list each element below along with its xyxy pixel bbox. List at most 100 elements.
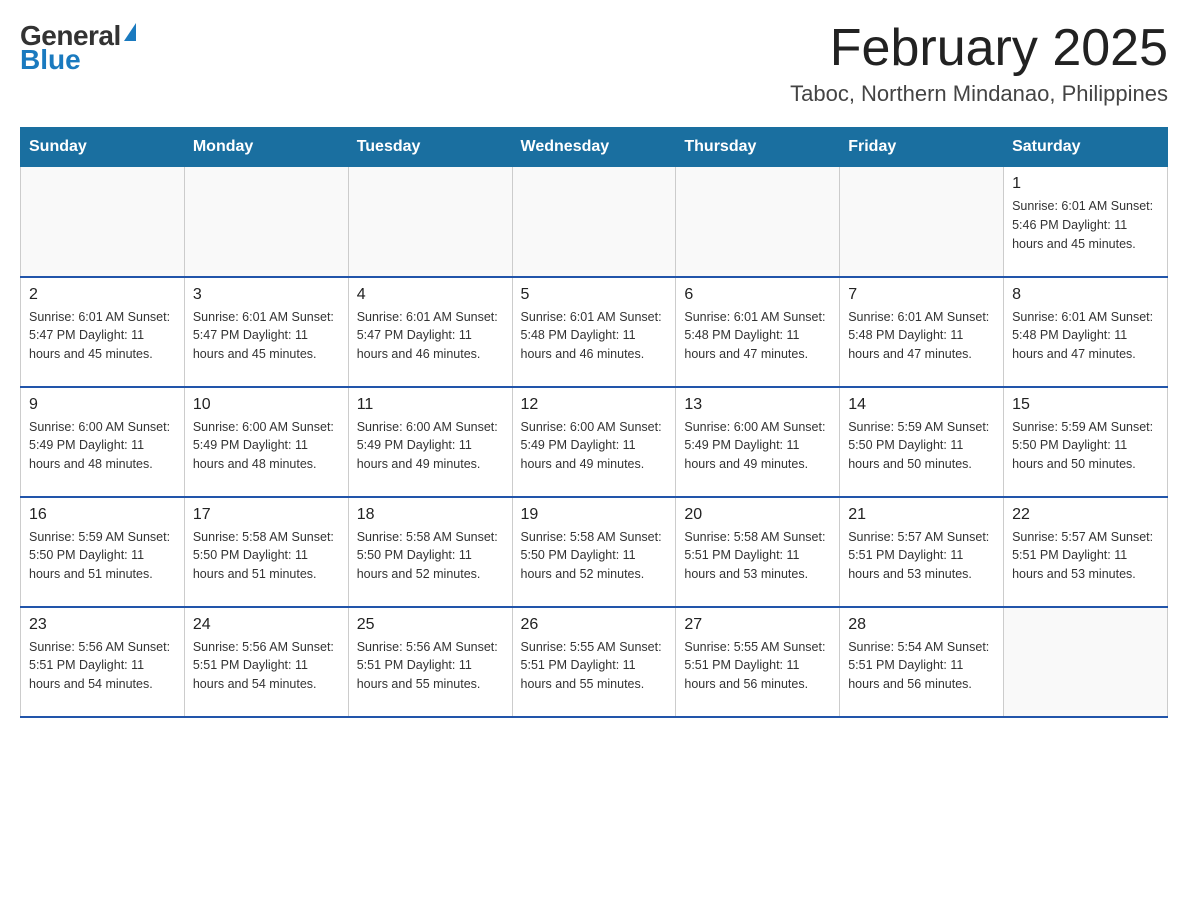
day-info: Sunrise: 6:01 AM Sunset: 5:46 PM Dayligh… bbox=[1012, 197, 1159, 253]
day-info: Sunrise: 6:01 AM Sunset: 5:48 PM Dayligh… bbox=[1012, 308, 1159, 364]
day-number: 28 bbox=[848, 616, 995, 634]
day-info: Sunrise: 5:59 AM Sunset: 5:50 PM Dayligh… bbox=[1012, 418, 1159, 474]
week-row-2: 2 Sunrise: 6:01 AM Sunset: 5:47 PM Daylig… bbox=[21, 277, 1168, 387]
day-cell bbox=[21, 167, 185, 277]
day-number: 26 bbox=[521, 616, 668, 634]
day-number: 13 bbox=[684, 396, 831, 414]
day-number: 3 bbox=[193, 286, 340, 304]
day-cell: 5 Sunrise: 6:01 AM Sunset: 5:48 PM Daylig… bbox=[512, 277, 676, 387]
day-info: Sunrise: 6:00 AM Sunset: 5:49 PM Dayligh… bbox=[193, 418, 340, 474]
day-cell bbox=[1004, 607, 1168, 717]
day-info: Sunrise: 6:01 AM Sunset: 5:48 PM Dayligh… bbox=[521, 308, 668, 364]
day-cell: 3 Sunrise: 6:01 AM Sunset: 5:47 PM Daylig… bbox=[184, 277, 348, 387]
day-cell bbox=[348, 167, 512, 277]
day-number: 11 bbox=[357, 396, 504, 414]
title-section: February 2025 Taboc, Northern Mindanao, … bbox=[790, 20, 1168, 107]
logo: General Blue bbox=[20, 20, 136, 76]
day-number: 6 bbox=[684, 286, 831, 304]
day-number: 12 bbox=[521, 396, 668, 414]
weekday-header-wednesday: Wednesday bbox=[512, 128, 676, 167]
weekday-header-row: SundayMondayTuesdayWednesdayThursdayFrid… bbox=[21, 128, 1168, 167]
day-number: 18 bbox=[357, 506, 504, 524]
day-number: 10 bbox=[193, 396, 340, 414]
day-cell: 15 Sunrise: 5:59 AM Sunset: 5:50 PM Dayli… bbox=[1004, 387, 1168, 497]
day-info: Sunrise: 6:01 AM Sunset: 5:47 PM Dayligh… bbox=[193, 308, 340, 364]
weekday-header-tuesday: Tuesday bbox=[348, 128, 512, 167]
logo-blue-text: Blue bbox=[20, 44, 81, 76]
day-cell: 9 Sunrise: 6:00 AM Sunset: 5:49 PM Daylig… bbox=[21, 387, 185, 497]
day-info: Sunrise: 5:56 AM Sunset: 5:51 PM Dayligh… bbox=[357, 638, 504, 694]
day-cell: 27 Sunrise: 5:55 AM Sunset: 5:51 PM Dayli… bbox=[676, 607, 840, 717]
day-cell: 13 Sunrise: 6:00 AM Sunset: 5:49 PM Dayli… bbox=[676, 387, 840, 497]
day-info: Sunrise: 5:58 AM Sunset: 5:51 PM Dayligh… bbox=[684, 528, 831, 584]
day-cell: 6 Sunrise: 6:01 AM Sunset: 5:48 PM Daylig… bbox=[676, 277, 840, 387]
week-row-5: 23 Sunrise: 5:56 AM Sunset: 5:51 PM Dayli… bbox=[21, 607, 1168, 717]
day-info: Sunrise: 5:55 AM Sunset: 5:51 PM Dayligh… bbox=[684, 638, 831, 694]
day-cell: 21Sunrise: 5:57 AM Sunset: 5:51 PM Dayli… bbox=[840, 497, 1004, 607]
day-cell: 25Sunrise: 5:56 AM Sunset: 5:51 PM Dayli… bbox=[348, 607, 512, 717]
day-info: Sunrise: 5:56 AM Sunset: 5:51 PM Dayligh… bbox=[29, 638, 176, 694]
day-cell: 17 Sunrise: 5:58 AM Sunset: 5:50 PM Dayli… bbox=[184, 497, 348, 607]
day-cell bbox=[840, 167, 1004, 277]
day-number: 23 bbox=[29, 616, 176, 634]
day-info: Sunrise: 6:01 AM Sunset: 5:48 PM Dayligh… bbox=[848, 308, 995, 364]
day-cell: 4 Sunrise: 6:01 AM Sunset: 5:47 PM Daylig… bbox=[348, 277, 512, 387]
weekday-header-saturday: Saturday bbox=[1004, 128, 1168, 167]
day-cell bbox=[184, 167, 348, 277]
day-info: Sunrise: 6:01 AM Sunset: 5:48 PM Dayligh… bbox=[684, 308, 831, 364]
day-number: 15 bbox=[1012, 396, 1159, 414]
week-row-1: 1 Sunrise: 6:01 AM Sunset: 5:46 PM Daylig… bbox=[21, 167, 1168, 277]
day-info: Sunrise: 6:00 AM Sunset: 5:49 PM Dayligh… bbox=[684, 418, 831, 474]
day-cell: 8 Sunrise: 6:01 AM Sunset: 5:48 PM Daylig… bbox=[1004, 277, 1168, 387]
day-number: 5 bbox=[521, 286, 668, 304]
day-cell: 16Sunrise: 5:59 AM Sunset: 5:50 PM Dayli… bbox=[21, 497, 185, 607]
day-cell: 11 Sunrise: 6:00 AM Sunset: 5:49 PM Dayli… bbox=[348, 387, 512, 497]
day-cell: 12 Sunrise: 6:00 AM Sunset: 5:49 PM Dayli… bbox=[512, 387, 676, 497]
day-number: 9 bbox=[29, 396, 176, 414]
weekday-header-friday: Friday bbox=[840, 128, 1004, 167]
day-info: Sunrise: 6:01 AM Sunset: 5:47 PM Dayligh… bbox=[29, 308, 176, 364]
day-cell: 24 Sunrise: 5:56 AM Sunset: 5:51 PM Dayli… bbox=[184, 607, 348, 717]
day-info: Sunrise: 5:59 AM Sunset: 5:50 PM Dayligh… bbox=[848, 418, 995, 474]
day-cell: 28Sunrise: 5:54 AM Sunset: 5:51 PM Dayli… bbox=[840, 607, 1004, 717]
day-number: 4 bbox=[357, 286, 504, 304]
day-cell: 18 Sunrise: 5:58 AM Sunset: 5:50 PM Dayli… bbox=[348, 497, 512, 607]
weekday-header-sunday: Sunday bbox=[21, 128, 185, 167]
day-info: Sunrise: 6:00 AM Sunset: 5:49 PM Dayligh… bbox=[357, 418, 504, 474]
day-number: 2 bbox=[29, 286, 176, 304]
day-info: Sunrise: 6:01 AM Sunset: 5:47 PM Dayligh… bbox=[357, 308, 504, 364]
day-info: Sunrise: 5:57 AM Sunset: 5:51 PM Dayligh… bbox=[1012, 528, 1159, 584]
day-number: 17 bbox=[193, 506, 340, 524]
calendar-table: SundayMondayTuesdayWednesdayThursdayFrid… bbox=[20, 127, 1168, 718]
weekday-header-monday: Monday bbox=[184, 128, 348, 167]
day-info: Sunrise: 5:58 AM Sunset: 5:50 PM Dayligh… bbox=[193, 528, 340, 584]
day-cell: 2 Sunrise: 6:01 AM Sunset: 5:47 PM Daylig… bbox=[21, 277, 185, 387]
day-number: 16 bbox=[29, 506, 176, 524]
day-number: 1 bbox=[1012, 175, 1159, 193]
day-number: 21 bbox=[848, 506, 995, 524]
day-number: 19 bbox=[521, 506, 668, 524]
day-info: Sunrise: 6:00 AM Sunset: 5:49 PM Dayligh… bbox=[521, 418, 668, 474]
day-info: Sunrise: 5:55 AM Sunset: 5:51 PM Dayligh… bbox=[521, 638, 668, 694]
day-cell: 19 Sunrise: 5:58 AM Sunset: 5:50 PM Dayli… bbox=[512, 497, 676, 607]
day-cell: 26 Sunrise: 5:55 AM Sunset: 5:51 PM Dayli… bbox=[512, 607, 676, 717]
day-number: 27 bbox=[684, 616, 831, 634]
day-cell: 22Sunrise: 5:57 AM Sunset: 5:51 PM Dayli… bbox=[1004, 497, 1168, 607]
day-cell: 14Sunrise: 5:59 AM Sunset: 5:50 PM Dayli… bbox=[840, 387, 1004, 497]
day-info: Sunrise: 6:00 AM Sunset: 5:49 PM Dayligh… bbox=[29, 418, 176, 474]
day-cell: 10 Sunrise: 6:00 AM Sunset: 5:49 PM Dayli… bbox=[184, 387, 348, 497]
day-info: Sunrise: 5:56 AM Sunset: 5:51 PM Dayligh… bbox=[193, 638, 340, 694]
calendar-title: February 2025 bbox=[790, 20, 1168, 77]
day-number: 24 bbox=[193, 616, 340, 634]
weekday-header-thursday: Thursday bbox=[676, 128, 840, 167]
calendar-subtitle: Taboc, Northern Mindanao, Philippines bbox=[790, 81, 1168, 107]
day-number: 8 bbox=[1012, 286, 1159, 304]
week-row-3: 9 Sunrise: 6:00 AM Sunset: 5:49 PM Daylig… bbox=[21, 387, 1168, 497]
day-info: Sunrise: 5:58 AM Sunset: 5:50 PM Dayligh… bbox=[521, 528, 668, 584]
day-info: Sunrise: 5:58 AM Sunset: 5:50 PM Dayligh… bbox=[357, 528, 504, 584]
day-cell bbox=[512, 167, 676, 277]
page-header: General Blue February 2025 Taboc, Northe… bbox=[20, 20, 1168, 107]
day-number: 20 bbox=[684, 506, 831, 524]
day-cell: 23 Sunrise: 5:56 AM Sunset: 5:51 PM Dayli… bbox=[21, 607, 185, 717]
day-cell bbox=[676, 167, 840, 277]
